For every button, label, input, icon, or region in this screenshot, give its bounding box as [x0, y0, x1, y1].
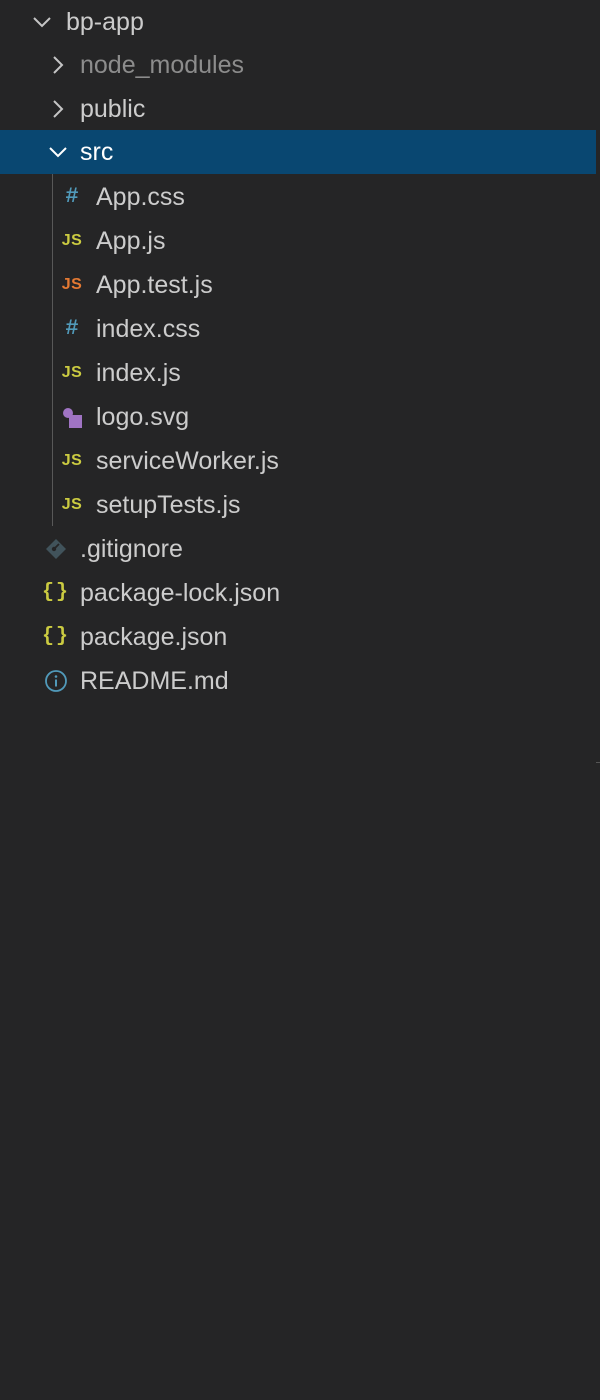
file-package-lock-json[interactable]: {} package-lock.json — [0, 571, 596, 615]
chevron-down-icon — [46, 140, 70, 164]
js-icon: JS — [61, 496, 83, 513]
git-diamond-icon — [44, 537, 68, 561]
folder-public[interactable]: public — [0, 87, 596, 131]
chevron-right-icon — [46, 53, 70, 77]
file-label: setupTests.js — [96, 490, 241, 519]
file-app-test-js[interactable]: JS App.test.js — [0, 263, 596, 307]
file-gitignore[interactable]: .gitignore — [0, 527, 596, 571]
file-label: App.js — [96, 226, 166, 255]
file-app-css[interactable]: # App.css — [0, 175, 596, 219]
json-braces-icon: {} — [42, 581, 71, 604]
js-icon: JS — [61, 452, 83, 469]
folder-label: node_modules — [80, 50, 245, 79]
json-braces-icon: {} — [42, 625, 71, 648]
file-index-css[interactable]: # index.css — [0, 307, 596, 351]
file-package-json[interactable]: {} package.json — [0, 615, 596, 659]
folder-src[interactable]: src — [0, 130, 596, 174]
file-readme-md[interactable]: README.md — [0, 659, 596, 703]
file-serviceworker-js[interactable]: JS serviceWorker.js — [0, 439, 596, 483]
file-label: index.css — [96, 314, 201, 343]
chevron-right-icon — [46, 97, 70, 121]
file-label: App.test.js — [96, 270, 213, 299]
file-label: serviceWorker.js — [96, 446, 279, 475]
js-icon: JS — [61, 232, 83, 249]
js-test-icon: JS — [61, 276, 83, 293]
chevron-down-icon — [30, 10, 54, 34]
file-label: .gitignore — [80, 534, 183, 563]
file-label: README.md — [80, 666, 229, 695]
css-hash-icon: # — [65, 316, 79, 341]
folder-label: bp-app — [66, 7, 144, 36]
file-logo-svg[interactable]: logo.svg — [0, 395, 596, 439]
file-label: package-lock.json — [80, 578, 281, 607]
js-icon: JS — [61, 364, 83, 381]
folder-label: public — [80, 94, 146, 123]
file-index-js[interactable]: JS index.js — [0, 351, 596, 395]
css-hash-icon: # — [65, 184, 79, 209]
file-app-js[interactable]: JS App.js — [0, 219, 596, 263]
file-explorer: bp-app node_modules public src # App.css… — [0, 0, 600, 1400]
scrollbar-tick — [596, 762, 600, 763]
file-label: index.js — [96, 358, 181, 387]
info-icon — [44, 669, 68, 693]
file-label: App.css — [96, 182, 185, 211]
folder-label: src — [80, 137, 114, 166]
svg-shapes-icon — [60, 405, 84, 429]
file-setuptests-js[interactable]: JS setupTests.js — [0, 483, 596, 527]
folder-node-modules[interactable]: node_modules — [0, 43, 596, 87]
file-label: logo.svg — [96, 402, 190, 431]
file-label: package.json — [80, 622, 228, 651]
folder-bp-app[interactable]: bp-app — [0, 0, 596, 44]
